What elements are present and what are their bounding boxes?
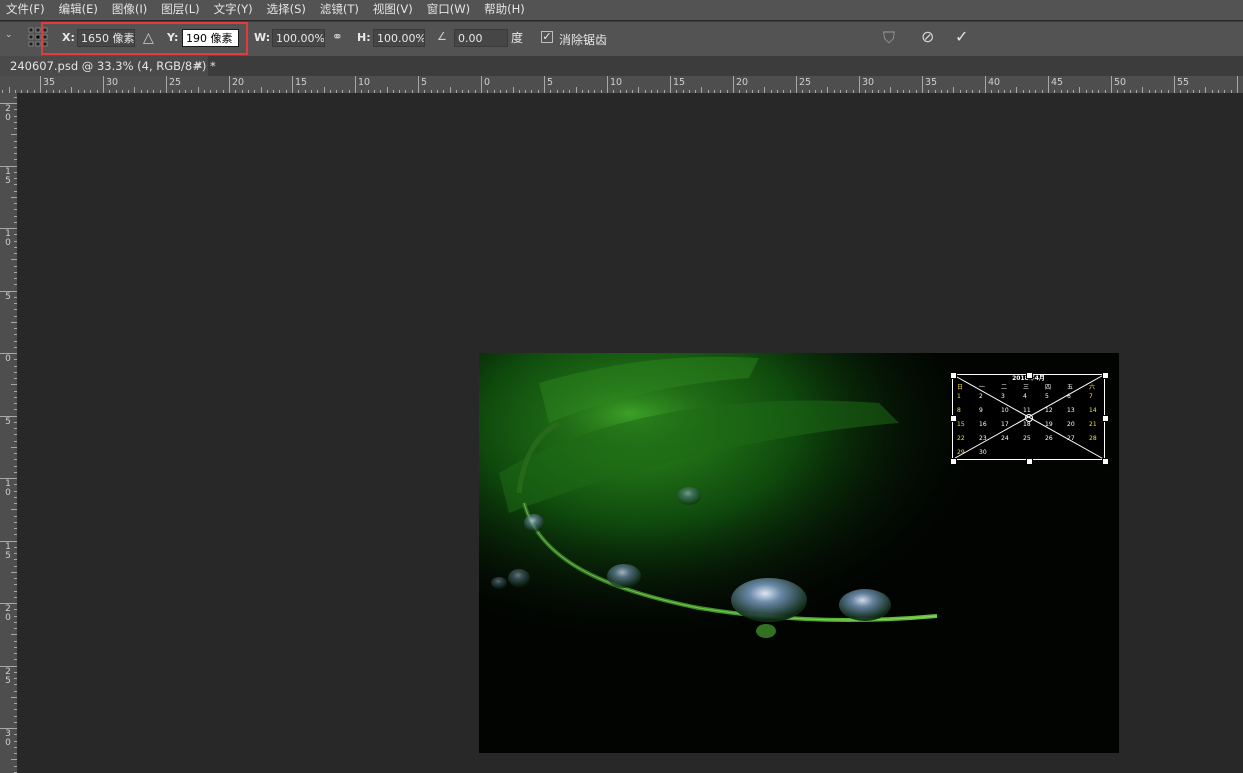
h-label: H: — [357, 31, 371, 44]
close-tab-icon[interactable]: ✕ — [194, 56, 203, 76]
calendar-layer[interactable]: 2018年4月 日一二三四五六1234567891011121314151617… — [950, 372, 1109, 465]
ruler-tick-label: 5 — [421, 77, 428, 88]
ruler-tick-label: 15 — [295, 77, 308, 88]
menu-item[interactable]: 窗口(W) — [421, 0, 478, 20]
ruler-tick-label: 35 — [925, 77, 938, 88]
link-icon[interactable]: ⚭ — [332, 30, 343, 45]
ruler-tick-label: 5 — [5, 416, 11, 427]
w-label: W: — [254, 31, 271, 44]
menu-item[interactable]: 文件(F) — [0, 0, 53, 20]
ruler-tick-label: 10 — [610, 77, 623, 88]
menu-item[interactable]: 编辑(E) — [53, 0, 106, 20]
ruler-tick-label: 30 — [862, 77, 875, 88]
warp-mode-icon[interactable]: ⛉ — [883, 28, 895, 48]
ruler-tick-label: 2 0 — [5, 604, 11, 623]
ruler-tick-label: 45 — [1051, 77, 1064, 88]
transform-handle-bottom-left[interactable] — [950, 458, 957, 465]
menu-item[interactable]: 文字(Y) — [208, 0, 261, 20]
ruler-tick-label: 10 — [358, 77, 371, 88]
x-position-field[interactable]: 1650 像素 — [77, 29, 135, 47]
delta-relative-icon[interactable]: △ — [143, 30, 154, 46]
ruler-tick-label: 0 — [484, 77, 491, 88]
menu-bar: 文件(F) 编辑(E) 图像(I) 图层(L) 文字(Y) 选择(S) 滤镜(T) 视图(V)… — [0, 0, 1243, 20]
transform-handle-top-left[interactable] — [950, 372, 957, 379]
ruler-tick-label: 5 — [5, 291, 11, 302]
vertical-ruler[interactable]: 2 0 1 5 1 0 5 0 5 1 0 1 5 2 0 2 5 3 0 — [0, 93, 18, 773]
ruler-tick-label: 1 5 — [5, 166, 11, 186]
commit-transform-icon[interactable]: ✓ — [955, 27, 968, 46]
ruler-tick-label: 5 — [547, 77, 554, 88]
options-bar: ⌄ X: 1650 像素 △ Y: 190 像素 W: 100.00% ⚭ H:… — [0, 21, 1243, 57]
ruler-tick-label: 1 0 — [5, 479, 11, 498]
reference-point-icon[interactable] — [28, 27, 48, 47]
horizontal-ruler[interactable]: 35 30 25 20 15 10 5 0 5 10 15 20 25 30 35 40 45 50 55 — [0, 76, 1243, 94]
ruler-tick-label: 25 — [799, 77, 812, 88]
x-label: X: — [62, 31, 75, 44]
ruler-tick-label: 30 — [106, 77, 119, 88]
ruler-tick-label: 1 5 — [5, 541, 11, 561]
ruler-tick-label: 15 — [673, 77, 686, 88]
document-tab-bar: 240607.psd @ 33.3% (4, RGB/8#) * ✕ — [0, 56, 1243, 76]
transform-handle-bottom-right[interactable] — [1102, 458, 1109, 465]
ruler-tick-label: 40 — [988, 77, 1001, 88]
ruler-tick-label: 2 5 — [5, 666, 11, 686]
rotate-angle-icon: ∠ — [437, 30, 447, 43]
ruler-tick-label: 55 — [1177, 77, 1190, 88]
document-tab[interactable]: 240607.psd @ 33.3% (4, RGB/8#) * — [0, 56, 216, 76]
tool-preset-chevron-icon[interactable]: ⌄ — [5, 30, 13, 40]
ruler-tick-label: 0 — [5, 354, 11, 364]
ruler-tick-label: 25 — [169, 77, 182, 88]
height-scale-field[interactable]: 100.00% — [373, 29, 425, 47]
menu-item[interactable]: 选择(S) — [261, 0, 314, 20]
y-label: Y: — [167, 31, 179, 44]
ruler-tick-label: 20 — [736, 77, 749, 88]
cancel-transform-icon[interactable]: ⊘ — [921, 27, 934, 46]
menu-item[interactable]: 图层(L) — [155, 0, 207, 20]
menu-item[interactable]: 帮助(H) — [478, 0, 533, 20]
ruler-tick-label: 1 0 — [5, 229, 11, 248]
transform-handle-top-center[interactable] — [1026, 372, 1033, 379]
antialias-label[interactable]: 消除锯齿 — [559, 31, 607, 48]
ruler-tick-label: 3 0 — [5, 729, 11, 748]
antialias-checkbox[interactable]: ✓ — [541, 31, 553, 43]
transform-handle-middle-right[interactable] — [1102, 415, 1109, 422]
menu-item[interactable]: 滤镜(T) — [314, 0, 367, 20]
ruler-tick-label: 35 — [43, 77, 56, 88]
menu-item[interactable]: 图像(I) — [106, 0, 155, 20]
width-scale-field[interactable]: 100.00% — [272, 29, 325, 47]
ruler-tick-label: 20 — [232, 77, 245, 88]
document-tab-title: 240607.psd @ 33.3% (4, RGB/8#) * — [10, 59, 216, 73]
transform-handle-bottom-center[interactable] — [1026, 458, 1033, 465]
y-position-field[interactable]: 190 像素 — [182, 29, 239, 47]
transform-handle-middle-left[interactable] — [950, 415, 957, 422]
rotation-field[interactable]: 0.00 — [454, 29, 508, 47]
degree-unit-label: 度 — [511, 31, 524, 45]
ruler-tick-label: 50 — [1114, 77, 1127, 88]
transform-handle-top-right[interactable] — [1102, 372, 1109, 379]
transform-center-point[interactable] — [1025, 414, 1033, 422]
menu-item[interactable]: 视图(V) — [367, 0, 421, 20]
ruler-tick-label: 2 0 — [5, 104, 11, 123]
